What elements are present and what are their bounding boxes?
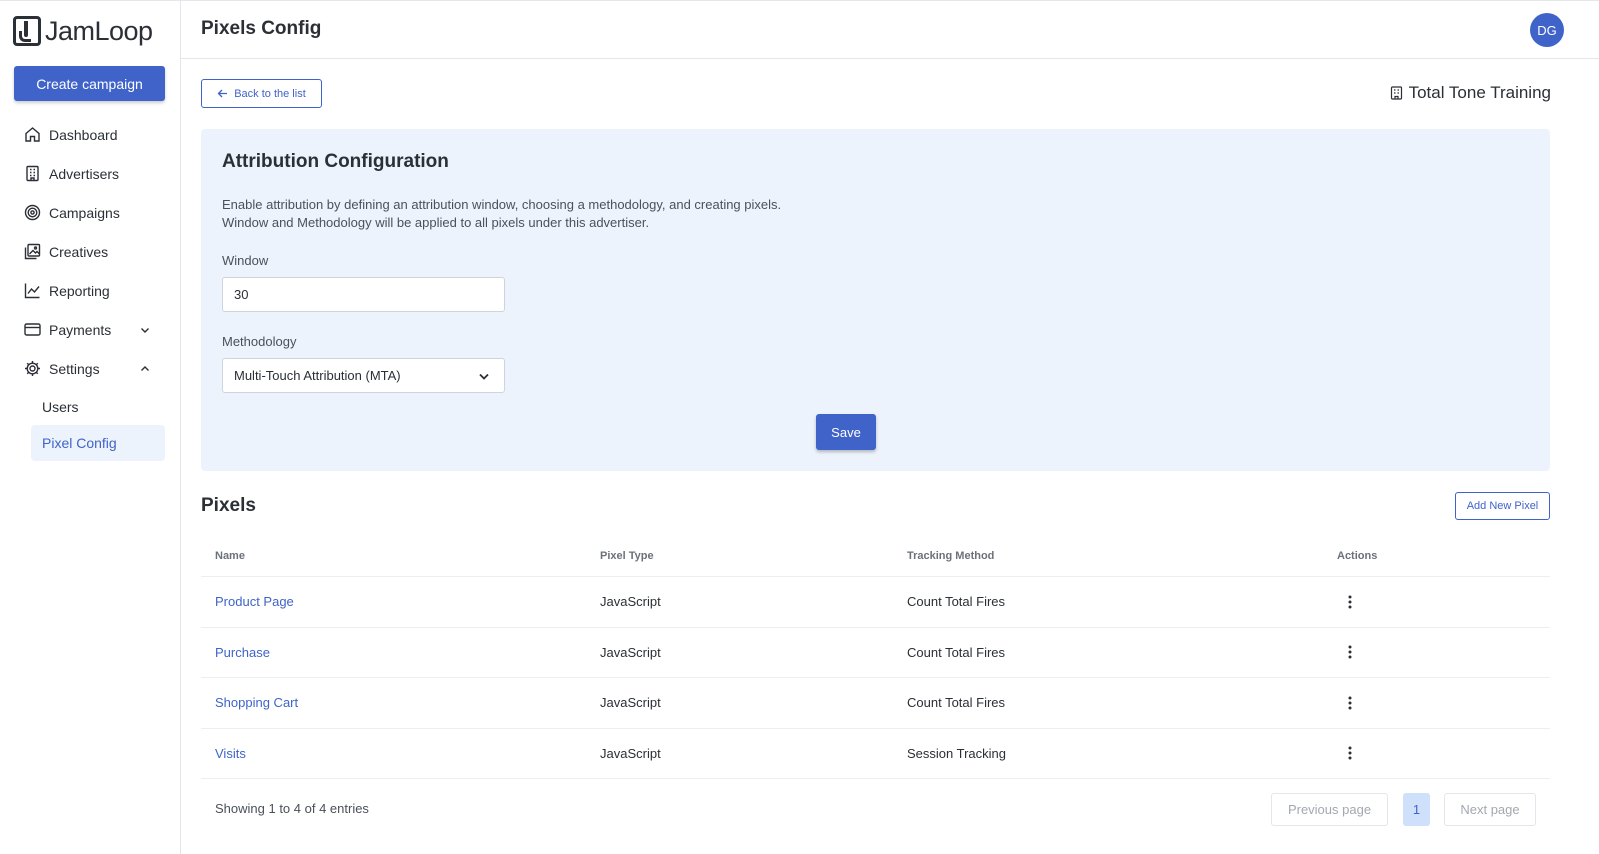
pixel-name-link[interactable]: Shopping Cart	[215, 695, 298, 710]
page-title: Pixels Config	[201, 18, 322, 39]
tracking-method-cell: Session Tracking	[907, 745, 1006, 761]
chart-line-icon	[24, 282, 41, 299]
chevron-down-icon[interactable]	[139, 323, 151, 335]
column-header-tracking-method[interactable]: Tracking Method	[907, 535, 994, 576]
next-page-button[interactable]: Next page	[1444, 793, 1536, 826]
sidebar-item-dashboard[interactable]: Dashboard	[0, 115, 181, 154]
sidebar-item-label: Reporting	[49, 282, 110, 299]
sidebar-item-label: Settings	[49, 360, 100, 377]
sidebar-item-advertisers[interactable]: Advertisers	[0, 154, 181, 193]
methodology-select[interactable]: Multi-Touch Attribution (MTA)	[222, 358, 505, 393]
home-icon	[24, 126, 41, 143]
column-header-name[interactable]: Name	[215, 535, 245, 576]
create-campaign-button[interactable]: Create campaign	[14, 66, 165, 101]
arrow-left-icon	[217, 89, 228, 98]
avatar[interactable]: DG	[1530, 13, 1564, 47]
pixel-type-cell: JavaScript	[600, 745, 661, 761]
attribution-desc-line1: Enable attribution by defining an attrib…	[222, 197, 782, 212]
sidebar-subitem-users[interactable]: Users	[0, 388, 181, 425]
more-vertical-icon[interactable]	[1343, 577, 1357, 627]
sidebar-item-campaigns[interactable]: Campaigns	[0, 193, 181, 232]
table-header-row: Name Pixel Type Tracking Method Actions	[201, 535, 1550, 577]
target-icon	[24, 204, 41, 221]
more-vertical-icon[interactable]	[1343, 678, 1357, 728]
pixel-name-link[interactable]: Purchase	[215, 645, 270, 660]
sidebar-item-label: Payments	[49, 321, 112, 338]
attribution-description: Enable attribution by defining an attrib…	[222, 196, 781, 232]
window-value: 30	[234, 287, 249, 302]
window-input[interactable]: 30	[222, 277, 505, 312]
attribution-desc-line2: Window and Methodology will be applied t…	[222, 215, 650, 230]
sidebar-item-creatives[interactable]: Creatives	[0, 232, 181, 271]
column-header-actions: Actions	[1337, 549, 1378, 562]
chevron-up-icon[interactable]	[139, 362, 151, 374]
topbar: Pixels Config DG	[181, 1, 1599, 59]
pixel-name-link[interactable]: Product Page	[215, 594, 294, 609]
pixels-table: Name Pixel Type Tracking Method Actions …	[201, 535, 1550, 779]
sidebar-item-label: Creatives	[49, 243, 109, 260]
back-to-list-button[interactable]: Back to the list	[201, 79, 322, 108]
more-vertical-icon[interactable]	[1343, 729, 1357, 779]
logo-mark-icon	[13, 16, 41, 46]
sidebar-item-payments[interactable]: Payments	[0, 310, 181, 349]
sidebar-item-label: Advertisers	[49, 165, 120, 182]
pixel-name-link[interactable]: Visits	[215, 746, 246, 761]
table-row: Shopping Cart JavaScript Count Total Fir…	[201, 678, 1550, 729]
pixels-title: Pixels	[201, 495, 256, 516]
tracking-method-cell: Count Total Fires	[907, 695, 1006, 711]
page-number-button[interactable]: 1	[1403, 793, 1430, 826]
sidebar-item-label: Campaigns	[49, 204, 120, 221]
advertiser-name: Total Tone Training	[1390, 83, 1551, 103]
entries-summary: Showing 1 to 4 of 4 entries	[215, 801, 369, 816]
pixel-type-cell: JavaScript	[600, 594, 661, 610]
pixel-type-cell: JavaScript	[600, 644, 661, 660]
table-row: Visits JavaScript Session Tracking	[201, 729, 1550, 779]
building-icon	[24, 165, 41, 182]
sidebar: JamLoop Create campaign Dashboard Advert…	[0, 1, 181, 854]
sidebar-item-reporting[interactable]: Reporting	[0, 271, 181, 310]
attribution-title: Attribution Configuration	[222, 151, 449, 172]
tracking-method-cell: Count Total Fires	[907, 594, 1006, 610]
back-to-list-label: Back to the list	[234, 87, 306, 100]
column-header-pixel-type[interactable]: Pixel Type	[600, 535, 654, 576]
sidebar-subitem-pixel-config[interactable]: Pixel Config	[31, 425, 165, 461]
tracking-method-cell: Count Total Fires	[907, 644, 1006, 660]
sidebar-nav: Dashboard Advertisers Campaigns Creative…	[0, 115, 181, 461]
attribution-panel: Attribution Configuration Enable attribu…	[201, 129, 1550, 471]
chevron-down-icon	[478, 370, 490, 385]
table-row: Product Page JavaScript Count Total Fire…	[201, 577, 1550, 628]
previous-page-button[interactable]: Previous page	[1271, 793, 1388, 826]
methodology-label: Methodology	[222, 334, 297, 349]
sidebar-item-settings[interactable]: Settings	[0, 349, 181, 388]
app-window: JamLoop Create campaign Dashboard Advert…	[0, 0, 1599, 854]
sidebar-item-label: Dashboard	[49, 126, 118, 143]
pixel-type-cell: JavaScript	[600, 695, 661, 711]
advertiser-name-text: Total Tone Training	[1408, 83, 1551, 102]
methodology-value: Multi-Touch Attribution (MTA)	[234, 368, 401, 383]
building-icon	[1390, 86, 1402, 100]
more-vertical-icon[interactable]	[1343, 628, 1357, 678]
logo[interactable]: JamLoop	[13, 13, 153, 49]
add-new-pixel-button[interactable]: Add New Pixel	[1455, 492, 1550, 520]
save-button[interactable]: Save	[816, 414, 876, 450]
image-icon	[24, 243, 41, 260]
credit-card-icon	[24, 321, 41, 338]
logo-text: JamLoop	[45, 15, 153, 46]
table-row: Purchase JavaScript Count Total Fires	[201, 628, 1550, 678]
gear-icon	[24, 360, 41, 377]
window-label: Window	[222, 253, 269, 268]
